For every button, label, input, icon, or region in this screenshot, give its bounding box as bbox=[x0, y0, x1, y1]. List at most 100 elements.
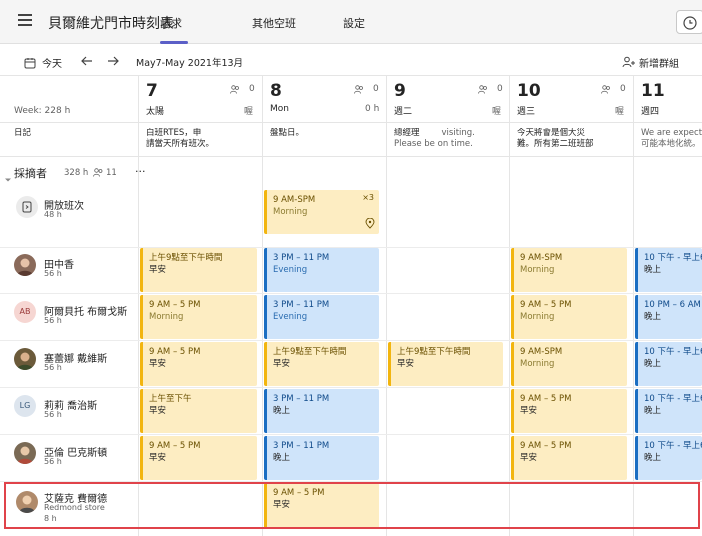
shift-time: 9 AM-SPM bbox=[520, 253, 563, 263]
shift-card[interactable]: 10 下午 - 早上6點晚上 bbox=[635, 248, 702, 292]
date-range-picker[interactable]: May7-May 2021年13月 bbox=[136, 55, 243, 69]
shift-label: 晚上 bbox=[273, 406, 291, 416]
day-header-sun: 7 太陽 0 喔 bbox=[146, 76, 258, 122]
tab-other-open-shifts[interactable]: 其他空班 bbox=[252, 15, 296, 31]
note-line: 總經理 bbox=[394, 128, 420, 138]
shift-card[interactable]: 3 PM – 11 PM 晚上 bbox=[264, 436, 379, 480]
row-divider bbox=[0, 387, 702, 388]
day-hours: 0 h bbox=[365, 104, 380, 114]
day-number: 8 bbox=[270, 81, 282, 101]
tab-requests[interactable]: 請求 bbox=[160, 15, 182, 31]
day-note[interactable]: 盤點日。 bbox=[270, 128, 382, 139]
day-number: 11 bbox=[641, 81, 665, 101]
shift-label: Morning bbox=[520, 265, 555, 275]
shift-card[interactable]: 10 下午 - 早上6點晚上 bbox=[635, 342, 702, 386]
column-divider bbox=[386, 76, 387, 536]
row-divider bbox=[0, 434, 702, 435]
day-note[interactable]: 今天將會是個大災 難。所有第二班班部 bbox=[517, 128, 629, 150]
shift-card[interactable]: 10 下午 - 早上6點晚上 bbox=[635, 436, 702, 480]
day-hours: 喔 bbox=[615, 107, 625, 117]
location-pin-icon bbox=[365, 218, 375, 229]
shift-time: 9 AM – 5 PM bbox=[520, 441, 572, 451]
day-people-count: 0 bbox=[249, 84, 255, 94]
note-line: We are expectin bbox=[641, 128, 702, 138]
note-line: visiting. bbox=[441, 128, 475, 138]
shift-card[interactable]: 3 PM – 11 PM Evening bbox=[264, 295, 379, 339]
shift-card[interactable]: 9 AM – 5 PM 早安 bbox=[511, 436, 627, 480]
previous-week-arrow-icon[interactable] bbox=[80, 53, 94, 72]
shift-card[interactable]: 9 AM – 5 PM 早安 bbox=[140, 342, 257, 386]
next-week-arrow-icon[interactable] bbox=[106, 53, 120, 72]
shift-time: 上午9點至下午時間 bbox=[273, 347, 347, 357]
shift-card[interactable]: 9 AM – 5 PM 早安 bbox=[511, 389, 627, 433]
people-icon bbox=[230, 85, 239, 94]
day-note[interactable]: 總經理 visiting. Please be on time. bbox=[394, 128, 506, 150]
day-people-count: 0 bbox=[620, 84, 626, 94]
shift-time: 9 AM-SPM bbox=[520, 347, 563, 357]
shift-label: 早安 bbox=[273, 359, 291, 369]
shift-time: 3 PM – 11 PM bbox=[273, 253, 330, 263]
note-line: 可能本地化統。 bbox=[641, 139, 701, 149]
day-note[interactable]: 白班RTES，申 請當天所有班次。 bbox=[146, 128, 258, 150]
shift-label: 早安 bbox=[149, 453, 167, 463]
shift-label: 晚上 bbox=[644, 265, 662, 275]
note-line: 難。所有第二班班部 bbox=[517, 139, 594, 149]
shift-card[interactable]: 9 AM – 5 PM Morning bbox=[511, 295, 627, 339]
group-name[interactable]: 採摘者 bbox=[14, 165, 47, 181]
row-divider bbox=[0, 340, 702, 341]
shift-label: 早安 bbox=[520, 453, 538, 463]
day-number: 7 bbox=[146, 81, 158, 101]
note-line: 今天將會是個大災 bbox=[517, 128, 586, 138]
shift-time: 10 下午 - 早上6點 bbox=[644, 347, 702, 357]
shift-label: 早安 bbox=[520, 406, 538, 416]
selection-highlight bbox=[4, 482, 700, 529]
note-line: 請當天所有班次。 bbox=[146, 139, 215, 149]
shift-card[interactable]: 9 AM – 5 PM Morning bbox=[140, 295, 257, 339]
chevron-down-icon[interactable] bbox=[5, 168, 11, 187]
shift-time: 9 AM – 5 PM bbox=[149, 347, 201, 357]
shift-card[interactable]: 上午9點至下午時間 早安 bbox=[264, 342, 379, 386]
person-hours: 56 h bbox=[44, 410, 62, 419]
shift-card[interactable]: 上午9點至下午時間 早安 bbox=[388, 342, 503, 386]
today-button[interactable]: 今天 bbox=[42, 55, 62, 70]
shift-label: 晚上 bbox=[273, 453, 291, 463]
shift-card[interactable]: 9 AM – 5 PM 早安 bbox=[140, 436, 257, 480]
note-line: 盤點日。 bbox=[270, 128, 305, 138]
group-member-count: 11 bbox=[106, 168, 117, 178]
column-divider bbox=[633, 76, 634, 536]
shift-time: 3 PM – 11 PM bbox=[273, 441, 330, 451]
shift-card[interactable]: 10 PM – 6 AM 晚上 bbox=[635, 295, 702, 339]
add-group-icon bbox=[622, 53, 636, 72]
add-group-button[interactable]: 新增群組 bbox=[639, 55, 679, 70]
people-icon bbox=[93, 168, 103, 177]
people-icon bbox=[601, 85, 610, 94]
avatar bbox=[14, 442, 36, 464]
day-header-thu: 11 週四 bbox=[641, 76, 702, 122]
person-hours: 56 h bbox=[44, 269, 62, 278]
shift-card[interactable]: 3 PM – 11 PM Evening bbox=[264, 248, 379, 292]
header-divider bbox=[0, 122, 702, 123]
day-note[interactable]: We are expectin 可能本地化統。 bbox=[641, 128, 702, 150]
time-clock-button[interactable] bbox=[676, 10, 702, 34]
people-icon bbox=[478, 85, 487, 94]
day-people-count: 0 bbox=[373, 84, 379, 94]
open-shift-card[interactable]: 9 AM-SPM Morning ×3 bbox=[264, 190, 379, 234]
shift-card[interactable]: 3 PM – 11 PM 晚上 bbox=[264, 389, 379, 433]
shift-time: 3 PM – 11 PM bbox=[273, 394, 330, 404]
person-hours: 56 h bbox=[44, 363, 62, 372]
avatar bbox=[14, 348, 36, 370]
shift-time: 3 PM – 11 PM bbox=[273, 300, 330, 310]
shift-label: 晚上 bbox=[644, 453, 662, 463]
shift-label: Morning bbox=[149, 312, 184, 322]
menu-icon[interactable] bbox=[18, 14, 32, 26]
shift-card[interactable]: 9 AM-SPM Morning bbox=[511, 342, 627, 386]
shift-card[interactable]: 10 下午 - 早上6點晚上 bbox=[635, 389, 702, 433]
shift-card[interactable]: 上午至下午 早安 bbox=[140, 389, 257, 433]
shift-card[interactable]: 9 AM-SPM Morning bbox=[511, 248, 627, 292]
more-options-icon[interactable]: ··· bbox=[135, 165, 146, 178]
shift-label: Morning bbox=[520, 359, 555, 369]
person-hours: 56 h bbox=[44, 316, 62, 325]
shift-card[interactable]: 上午9點至下午時間 早安 bbox=[140, 248, 257, 292]
tab-settings[interactable]: 設定 bbox=[343, 15, 365, 31]
shift-time: 上午至下午 bbox=[149, 394, 192, 404]
